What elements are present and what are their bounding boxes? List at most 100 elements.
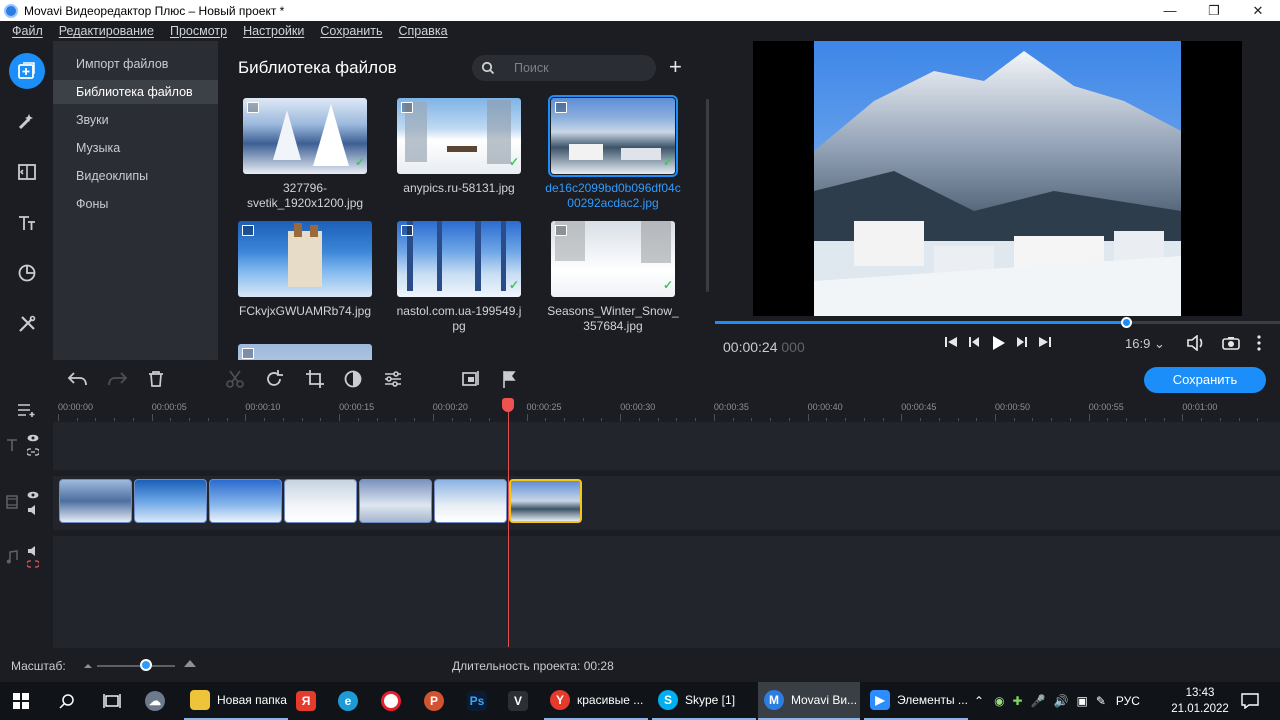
subnav-item-videoclips[interactable]: Видеоклипы [53, 164, 218, 188]
subnav-item-file-library[interactable]: Библиотека файлов [53, 80, 218, 104]
volume-icon[interactable] [1187, 335, 1205, 351]
opera-browser-icon[interactable] [381, 682, 409, 720]
title-track[interactable] [53, 422, 1280, 470]
add-file-button[interactable]: + [669, 55, 682, 79]
timeline-clip[interactable] [359, 479, 432, 523]
timeline-clip[interactable] [59, 479, 132, 523]
zoom-slider-knob[interactable] [140, 659, 152, 671]
redo-icon[interactable] [106, 369, 128, 389]
windows-start-icon[interactable] [13, 693, 29, 709]
save-export-button[interactable]: Сохранить [1144, 367, 1266, 393]
taskbar-movavi[interactable]: M Movavi Ви... [758, 682, 860, 720]
language-indicator[interactable]: РУС [1116, 694, 1140, 708]
more-tools-tab-button[interactable] [9, 306, 45, 342]
network-icon[interactable]: ▣ [1077, 694, 1088, 708]
tray-app-icon[interactable]: ◉ [994, 694, 1004, 708]
close-button[interactable]: ✕ [1236, 0, 1280, 21]
menu-edit[interactable]: Редактирование [59, 24, 154, 38]
menu-settings[interactable]: Настройки [243, 24, 304, 38]
delete-trash-icon[interactable] [148, 369, 164, 389]
unlink-icon[interactable] [27, 560, 39, 568]
zoom-slider-track[interactable] [97, 665, 175, 667]
playhead-handle[interactable] [502, 398, 514, 412]
previous-frame-icon[interactable] [967, 335, 981, 349]
library-item[interactable]: ✓ 327796- svetik_1920x1200.jpg [230, 98, 380, 238]
speaker-icon[interactable] [27, 505, 39, 515]
library-item[interactable]: FCkvjxGWUAMRb74.jpg [230, 221, 380, 360]
play-icon[interactable] [990, 335, 1006, 351]
tray-expand-icon[interactable]: ⌃ [974, 694, 984, 708]
more-options-icon[interactable] [1256, 335, 1262, 351]
clip-properties-icon[interactable] [383, 369, 403, 389]
library-item[interactable]: ✓ nastol.com.ua-199549.j pg [384, 221, 534, 360]
microphone-icon[interactable]: 🎤 [1031, 694, 1046, 708]
snapshot-camera-icon[interactable] [1222, 335, 1240, 351]
taskbar-skype[interactable]: S Skype [1] [652, 682, 756, 720]
photoshop-icon[interactable]: Ps [467, 682, 495, 720]
timeline-clip[interactable] [134, 479, 207, 523]
link-icon[interactable] [27, 448, 39, 456]
restore-button[interactable]: ❐ [1192, 0, 1236, 21]
crop-icon[interactable] [305, 369, 325, 389]
task-view-icon[interactable] [103, 693, 121, 709]
timeline-ruler[interactable]: 00:00:00 00:00:05 00:00:10 00:00:15 00:00:20… [0, 400, 1280, 422]
library-scrollbar[interactable] [706, 99, 709, 292]
edge-browser-icon[interactable]: e [338, 682, 366, 720]
volume-tray-icon[interactable]: 🔊 [1054, 694, 1069, 708]
library-item[interactable]: ✓ Seasons_Winter_Snow_ 357684.jpg [538, 221, 688, 360]
zoom-out-icon[interactable] [83, 661, 93, 669]
playback-progress-bar[interactable] [715, 317, 1280, 328]
skip-to-start-icon[interactable] [944, 335, 958, 349]
rotate-icon[interactable] [264, 369, 284, 389]
transitions-tab-button[interactable] [9, 154, 45, 190]
cut-scissors-icon[interactable] [226, 369, 244, 389]
taskbar-explorer[interactable]: Новая папка [184, 682, 288, 720]
notifications-icon[interactable] [1241, 693, 1259, 709]
aspect-ratio-select[interactable]: 16:9 ⌄ [1125, 336, 1165, 352]
yandex-browser-icon[interactable]: Я [296, 682, 324, 720]
subnav-item-backgrounds[interactable]: Фоны [53, 192, 218, 216]
eye-visibility-icon[interactable] [27, 491, 39, 499]
taskbar-search-icon[interactable] [59, 693, 75, 709]
pen-icon[interactable]: ✎ [1096, 694, 1106, 708]
eye-visibility-icon[interactable] [27, 434, 39, 442]
menu-help[interactable]: Справка [398, 24, 447, 38]
titles-tab-button[interactable] [9, 205, 45, 241]
effects-tab-button[interactable] [9, 103, 45, 139]
zoom-in-icon[interactable] [183, 658, 197, 668]
menu-save[interactable]: Сохранить [320, 24, 382, 38]
progress-knob[interactable] [1121, 317, 1132, 328]
weather-app-icon[interactable]: ☁ [145, 682, 177, 720]
audio-track[interactable] [53, 536, 1280, 648]
library-item[interactable] [230, 344, 380, 360]
search-input[interactable] [514, 59, 644, 77]
marker-flag-icon[interactable] [501, 369, 517, 389]
stickers-tab-button[interactable] [9, 255, 45, 291]
undo-icon[interactable] [67, 369, 89, 389]
menu-view[interactable]: Просмотр [170, 24, 227, 38]
overlay-icon[interactable] [461, 369, 481, 389]
import-tab-button[interactable] [9, 53, 45, 89]
add-track-icon[interactable] [17, 403, 37, 417]
timeline-clip[interactable] [209, 479, 282, 523]
subnav-item-music[interactable]: Музыка [53, 136, 218, 160]
menu-file[interactable]: Файл [12, 24, 43, 38]
clock[interactable]: 13:43 21.01.2022 [1170, 685, 1230, 717]
skip-to-end-icon[interactable] [1038, 335, 1052, 349]
speaker-icon[interactable] [27, 546, 39, 556]
timeline-clip[interactable] [434, 479, 507, 523]
next-frame-icon[interactable] [1015, 335, 1029, 349]
library-item-selected[interactable]: ✓ de16c2099bd0b096df04c 00292acdac2.jpg [538, 95, 688, 238]
timeline-clip[interactable] [284, 479, 357, 523]
subnav-item-import-files[interactable]: Импорт файлов [53, 52, 218, 76]
tray-app-icon[interactable]: ✚ [1013, 694, 1023, 708]
color-adjust-icon[interactable] [343, 369, 363, 389]
subnav-item-sounds[interactable]: Звуки [53, 108, 218, 132]
taskbar-zoom[interactable]: ▶ Элементы ... [864, 682, 968, 720]
taskbar-yandex-window[interactable]: Yкрасивые ... [544, 682, 648, 720]
library-item[interactable]: ✓ anypics.ru-58131.jpg [384, 98, 534, 238]
search-box[interactable] [472, 55, 656, 81]
video-track[interactable] [53, 476, 1280, 530]
timeline-clip[interactable] [509, 479, 582, 523]
powerpoint-icon[interactable]: P [424, 682, 452, 720]
